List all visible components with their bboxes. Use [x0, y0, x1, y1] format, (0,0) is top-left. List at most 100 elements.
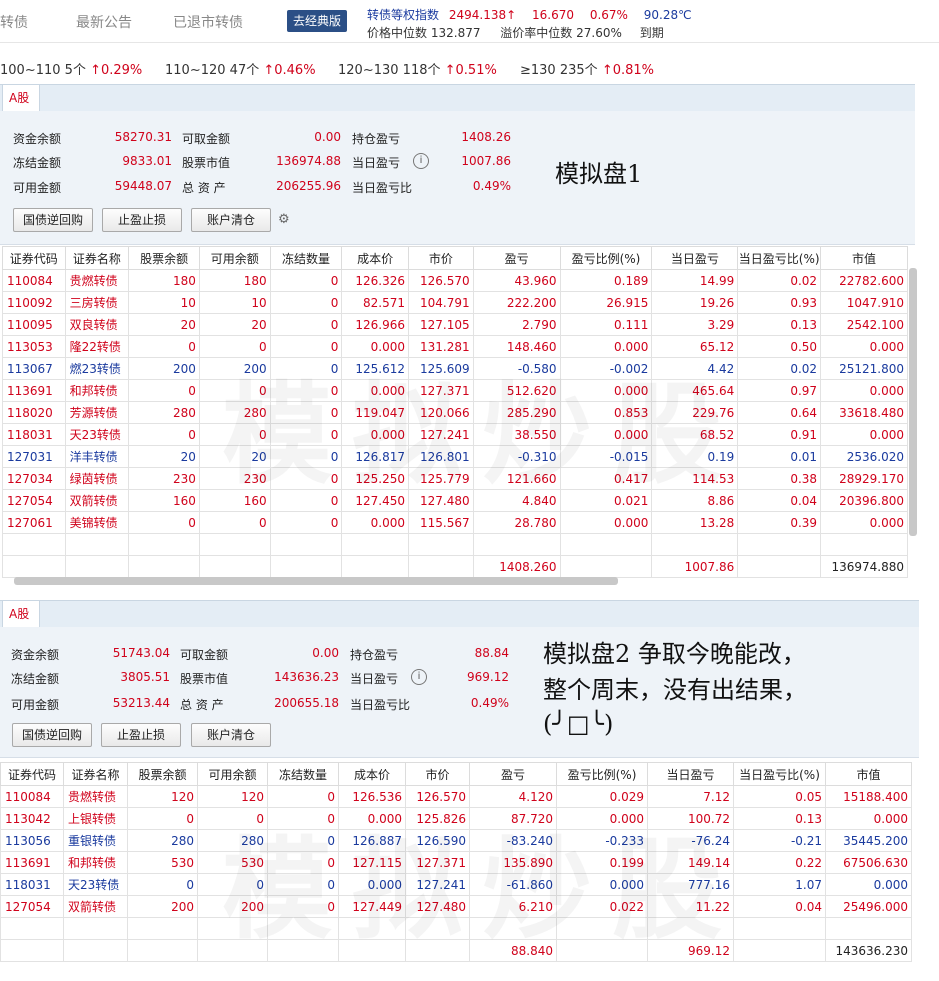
column-header[interactable]: 市价	[408, 246, 474, 270]
column-header[interactable]: 成本价	[338, 762, 406, 786]
column-header[interactable]: 当日盈亏比(%)	[737, 246, 822, 270]
available-value: 53213.44	[112, 696, 170, 710]
tab-convertible-bonds[interactable]: 债转债	[0, 12, 28, 32]
table-cell: 0.000	[341, 423, 409, 446]
column-header[interactable]: 证券代码	[2, 246, 66, 270]
column-header[interactable]: 盈亏	[469, 762, 557, 786]
table-row[interactable]: 110092 三房转债 10 10 0 82.571 104.791 222.200 26.91…	[2, 291, 908, 314]
table-cell: 126.326	[341, 269, 409, 292]
column-header[interactable]: 当日盈亏	[651, 246, 739, 270]
reverse-repo-button[interactable]: 国债逆回购	[12, 723, 92, 747]
table-cell: 8.86	[651, 489, 739, 512]
column-header[interactable]: 冻结数量	[269, 246, 343, 270]
table-row[interactable]: 110095 双良转债 20 20 0 126.966 127.105 2.790 0.111 3…	[2, 313, 908, 336]
column-header[interactable]: 当日盈亏比(%)	[733, 762, 826, 786]
table-cell: 20	[198, 445, 271, 468]
table-row[interactable]: 127054 双箭转债 200 200 0 127.449 127.480 6.210 0.02…	[0, 895, 912, 918]
info-icon[interactable]: i	[413, 153, 429, 169]
column-header[interactable]: 可用余额	[197, 762, 268, 786]
table-cell: 0	[197, 807, 268, 830]
table-cell	[267, 939, 339, 962]
table-cell	[2, 555, 66, 578]
table-row[interactable]: 118020 芳源转债 280 280 0 119.047 120.066 285.290 0.…	[2, 401, 908, 424]
settings-icon[interactable]: ⚙	[278, 212, 290, 227]
table-header-row: 证券代码 证券名称 股票余额 可用余额 冻结数量 成本价 市价 盈亏 盈亏比例(%) 当日盈亏 当日…	[0, 762, 912, 786]
column-header[interactable]: 市值	[825, 762, 912, 786]
table-row[interactable]: 110084 贵燃转债 120 120 0 126.536 126.570 4.120 0.02…	[0, 785, 912, 808]
frozen-label: 冻结金额	[13, 156, 62, 170]
stock-value-value: 136974.88	[276, 154, 341, 168]
column-header[interactable]: 盈亏比例(%)	[559, 246, 653, 270]
table-cell	[63, 917, 128, 940]
horizontal-scrollbar[interactable]	[14, 577, 618, 585]
column-header[interactable]: 股票余额	[128, 246, 200, 270]
column-header[interactable]: 市价	[405, 762, 470, 786]
table-row[interactable]: 113042 上银转债 0 0 0 0.000 125.826 87.720 0.000 100.…	[0, 807, 912, 830]
table-row[interactable]: 113691 和邦转债 530 530 0 127.115 127.371 135.890 0.…	[0, 851, 912, 874]
table-cell: 绿茵转债	[64, 467, 130, 490]
table-cell: 125.250	[341, 467, 409, 490]
column-header[interactable]: 可用余额	[198, 246, 271, 270]
withdrawable-label: 可取金额	[180, 648, 229, 662]
table-row[interactable]: 118031 天23转债 0 0 0 0.000 127.241 38.550 0.000 68.…	[2, 423, 908, 446]
table-row[interactable]: 113691 和邦转债 0 0 0 0.000 127.371 512.620 0.000 465…	[2, 379, 908, 402]
info-icon[interactable]: i	[411, 669, 427, 685]
stop-profit-loss-button[interactable]: 止盈止损	[101, 723, 181, 747]
table-row[interactable]: 127061 美锦转债 0 0 0 0.000 115.567 28.780 0.000 13.2…	[2, 511, 908, 534]
day-pl-label: 当日盈亏	[350, 672, 399, 686]
day-pl-value: 1007.86	[461, 154, 511, 168]
table-cell: 双良转债	[64, 313, 130, 336]
table-cell: 777.16	[647, 873, 734, 896]
column-header[interactable]: 盈亏比例(%)	[556, 762, 648, 786]
table-cell: 125.609	[408, 357, 474, 380]
tab-latest-announcements[interactable]: 最新公告	[76, 12, 132, 32]
table-cell	[64, 533, 130, 556]
table-cell: 280	[127, 829, 198, 852]
column-header[interactable]: 证券名称	[64, 246, 130, 270]
account1-tabstrip: A股	[0, 84, 915, 112]
table-cell: 104.791	[408, 291, 474, 314]
vertical-scrollbar[interactable]	[909, 268, 917, 536]
table-row[interactable]: 118031 天23转债 0 0 0 0.000 127.241 -61.860 0.000 77…	[0, 873, 912, 896]
index-value: 2494.138	[448, 8, 507, 22]
column-header[interactable]: 证券名称	[63, 762, 128, 786]
table-row[interactable]: 113056 重银转债 280 280 0 126.887 126.590 -83.240 -0…	[0, 829, 912, 852]
tab-a-shares[interactable]: A股	[2, 84, 41, 111]
table-cell	[267, 917, 339, 940]
column-header[interactable]: 成本价	[341, 246, 409, 270]
column-header[interactable]: 盈亏	[472, 246, 561, 270]
table-cell	[469, 917, 557, 940]
reverse-repo-button[interactable]: 国债逆回购	[13, 208, 93, 232]
clear-account-button[interactable]: 账户清仓	[191, 208, 271, 232]
table-cell: -83.240	[469, 829, 557, 852]
table-cell: 0	[198, 423, 271, 446]
range-label: ≥130	[520, 63, 556, 78]
table-row[interactable]: 110084 贵燃转债 180 180 0 126.326 126.570 43.960 0.1…	[2, 269, 908, 292]
table-cell: -0.015	[559, 445, 653, 468]
classic-version-button[interactable]: 去经典版	[287, 10, 347, 32]
table-row[interactable]: 113067 燃23转债 200 200 0 125.612 125.609 -0.580 -0…	[2, 357, 908, 380]
tab-delisted-bonds[interactable]: 已退市转债	[173, 12, 243, 32]
table-cell: 0.000	[341, 335, 409, 358]
table-cell: 0	[269, 379, 343, 402]
column-header[interactable]: 证券代码	[0, 762, 64, 786]
table-cell: 19.26	[651, 291, 739, 314]
table-cell: 127.115	[338, 851, 406, 874]
table-row[interactable]: 127031 洋丰转债 20 20 0 126.817 126.801 -0.310 -0.01…	[2, 445, 908, 468]
column-header[interactable]: 股票余额	[127, 762, 198, 786]
column-header[interactable]: 当日盈亏	[647, 762, 734, 786]
tab-a-shares[interactable]: A股	[2, 600, 41, 627]
table-cell: 11.22	[647, 895, 734, 918]
table-cell: 127.480	[408, 489, 474, 512]
premium-value: 27.60%	[576, 26, 622, 40]
stop-profit-loss-button[interactable]: 止盈止损	[102, 208, 182, 232]
table-row[interactable]: 127054 双箭转债 160 160 0 127.450 127.480 4.840 0.02…	[2, 489, 908, 512]
table-cell: 0	[269, 511, 343, 534]
table-cell	[269, 533, 343, 556]
table-row[interactable]: 127034 绿茵转债 230 230 0 125.250 125.779 121.660 0.…	[2, 467, 908, 490]
clear-account-button[interactable]: 账户清仓	[191, 723, 271, 747]
day-pl-ratio-label: 当日盈亏比	[352, 181, 413, 195]
column-header[interactable]: 市值	[820, 246, 908, 270]
column-header[interactable]: 冻结数量	[267, 762, 339, 786]
table-row[interactable]: 113053 隆22转债 0 0 0 0.000 131.281 148.460 0.000 65…	[2, 335, 908, 358]
